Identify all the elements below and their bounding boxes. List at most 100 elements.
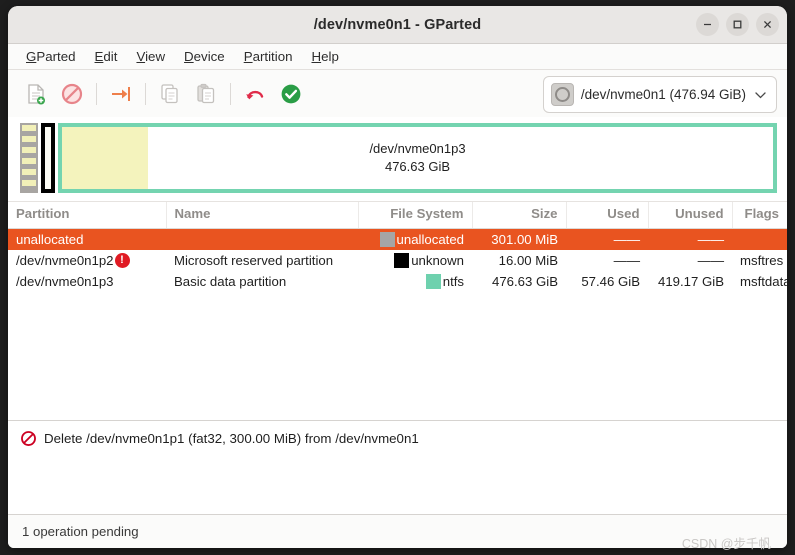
column-header-size[interactable]: Size — [472, 202, 567, 229]
cell-filesystem: unknown — [358, 250, 472, 271]
disk-block-size: 476.63 GiB — [384, 159, 451, 174]
warning-icon[interactable]: ! — [114, 253, 130, 268]
menu-help[interactable]: Help — [304, 47, 347, 66]
delete-operation-icon — [21, 431, 36, 446]
disk-block-nvme0n1p3[interactable]: /dev/nvme0n1p3 476.63 GiB — [58, 123, 777, 193]
cell-unused: 419.17 GiB — [658, 274, 724, 289]
column-header-used[interactable]: Used — [566, 202, 649, 229]
cell-partition: /dev/nvme0n1p2 ! — [8, 250, 166, 271]
undo-icon — [246, 90, 264, 99]
maximize-icon — [733, 20, 742, 29]
window-controls — [696, 6, 779, 43]
disk-icon — [550, 83, 574, 106]
paste-icon — [197, 83, 215, 103]
disk-block-name: /dev/nvme0n1p3 — [369, 141, 466, 157]
menu-partition[interactable]: Partition — [236, 47, 301, 66]
filesystem-swatch — [425, 274, 441, 289]
menu-gparted[interactable]: GParted — [18, 47, 84, 66]
partition-name: /dev/nvme0n1p3 — [16, 274, 114, 289]
menu-edit-label: dit — [103, 49, 118, 64]
filesystem-swatch — [379, 232, 395, 247]
cell-used: 57.46 GiB — [581, 274, 640, 289]
menu-view-mnemonic: V — [136, 49, 146, 64]
window-title: /dev/nvme0n1 - GParted — [313, 16, 482, 33]
menu-partition-mnemonic: P — [243, 49, 253, 64]
cell-flags: msftres — [740, 253, 784, 268]
pending-operation-item[interactable]: Delete /dev/nvme0n1p1 (fat32, 300.00 MiB… — [20, 430, 775, 447]
table-header-row: Partition Name File System Size Used Unu… — [8, 202, 787, 229]
device-selector-value: /dev/nvme0n1 (476.94 GiB) — [580, 87, 746, 102]
status-bar: 1 operation pending — [8, 514, 787, 548]
resize-move-button[interactable] — [103, 77, 139, 111]
undo-button[interactable] — [237, 77, 273, 111]
cell-name: Microsoft reserved partition — [174, 253, 334, 268]
menu-view-label: iew — [145, 49, 166, 64]
close-icon — [763, 20, 772, 29]
partition-table: Partition Name File System Size Used Unu… — [8, 202, 787, 292]
new-partition-button[interactable] — [18, 77, 54, 111]
menu-help-mnemonic: H — [311, 49, 322, 64]
cell-filesystem: ntfs — [358, 271, 472, 292]
disk-block-nvme0n1p2[interactable] — [41, 123, 55, 193]
partition-table-container: Partition Name File System Size Used Unu… — [8, 201, 787, 420]
cell-size: 476.63 GiB — [492, 274, 558, 289]
disk-block-label: /dev/nvme0n1p3 476.63 GiB — [62, 140, 773, 175]
menu-gparted-label: Parted — [36, 49, 76, 64]
paste-button[interactable] — [188, 77, 224, 111]
maximize-button[interactable] — [726, 13, 749, 36]
minimize-button[interactable] — [696, 13, 719, 36]
partition-name: unallocated — [16, 232, 84, 247]
column-header-unused[interactable]: Unused — [648, 202, 733, 229]
toolbar-separator-2 — [145, 82, 146, 105]
cell-unused: —— — [697, 253, 724, 268]
column-header-name[interactable]: Name — [166, 202, 359, 229]
copy-icon — [161, 83, 178, 103]
pending-operation-text: Delete /dev/nvme0n1p1 (fat32, 300.00 MiB… — [44, 431, 419, 446]
disk-graphic-view: /dev/nvme0n1p3 476.63 GiB — [8, 117, 787, 201]
cell-size: 301.00 MiB — [472, 228, 566, 250]
cell-partition: unallocated — [8, 228, 166, 250]
partition-name: /dev/nvme0n1p2 — [16, 253, 114, 268]
delete-partition-icon — [61, 83, 83, 104]
cell-partition: /dev/nvme0n1p3 — [8, 271, 166, 292]
table-row[interactable]: /dev/nvme0n1p3 Basic data partition ntfs… — [8, 271, 787, 292]
status-text: 1 operation pending — [22, 524, 139, 539]
menu-gparted-mnemonic: G — [26, 49, 37, 64]
menu-partition-label: artition — [252, 49, 293, 64]
filesystem-swatch — [394, 253, 410, 268]
apply-icon — [281, 84, 301, 103]
apply-button[interactable] — [273, 77, 309, 111]
menu-help-label: elp — [321, 49, 339, 64]
table-row[interactable]: /dev/nvme0n1p2 ! Microsoft reserved part… — [8, 250, 787, 271]
filesystem-name: unallocated — [396, 232, 464, 247]
minimize-icon — [704, 23, 711, 26]
menu-device[interactable]: Device — [176, 47, 233, 66]
chevron-down-icon — [755, 88, 766, 102]
gparted-window: /dev/nvme0n1 - GParted GParted Edit View… — [8, 6, 787, 548]
menu-bar: GParted Edit View Device Partition Help — [8, 44, 787, 70]
disk-block-unallocated[interactable] — [20, 123, 38, 193]
menu-device-label: evice — [193, 49, 225, 64]
cell-name: Basic data partition — [174, 274, 287, 289]
cell-unused: —— — [648, 228, 732, 250]
menu-edit[interactable]: Edit — [87, 47, 126, 66]
close-button[interactable] — [756, 13, 779, 36]
resize-move-icon — [112, 86, 130, 101]
cell-filesystem: unallocated — [358, 229, 472, 250]
column-header-partition[interactable]: Partition — [8, 202, 167, 229]
device-selector[interactable]: /dev/nvme0n1 (476.94 GiB) — [542, 76, 777, 113]
filesystem-name: ntfs — [442, 274, 464, 289]
cell-size: 16.00 MiB — [498, 253, 558, 268]
toolbar-separator-1 — [96, 82, 97, 105]
cell-flags — [732, 228, 787, 250]
menu-view[interactable]: View — [128, 47, 173, 66]
table-row[interactable]: unallocated unallocated 301.00 MiB —— —— — [8, 228, 787, 250]
cell-used: —— — [566, 228, 648, 250]
delete-partition-button[interactable] — [54, 77, 90, 111]
toolbar-separator-3 — [230, 82, 231, 105]
column-header-filesystem[interactable]: File System — [358, 202, 473, 229]
copy-button[interactable] — [152, 77, 188, 111]
column-header-flags[interactable]: Flags — [732, 202, 787, 229]
title-bar: /dev/nvme0n1 - GParted — [8, 6, 787, 44]
menu-device-mnemonic: D — [184, 49, 194, 64]
